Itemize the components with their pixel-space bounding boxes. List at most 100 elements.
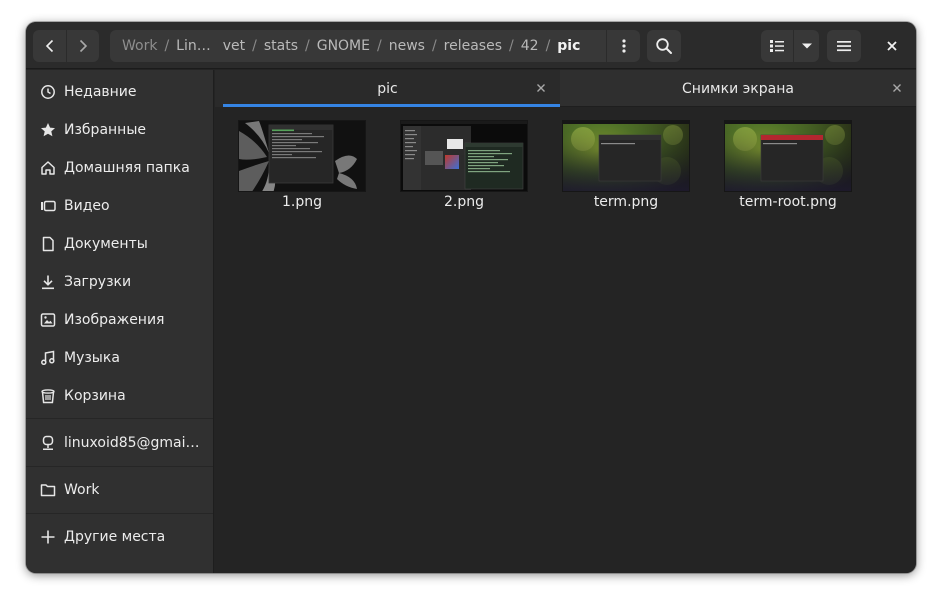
file-item[interactable]: 2.png <box>389 120 539 220</box>
breadcrumb-item[interactable]: 42 <box>515 38 545 54</box>
sidebar-item-label: Загрузки <box>64 274 132 290</box>
music-icon <box>40 350 56 366</box>
file-name: 1.png <box>281 194 322 210</box>
sidebar-item-music[interactable]: Музыка <box>26 339 213 377</box>
breadcrumb-separator: / <box>305 38 310 54</box>
image-thumbnail <box>562 120 690 192</box>
close-icon <box>887 41 897 51</box>
folder-icon <box>40 482 56 498</box>
navigation-buttons <box>33 30 99 62</box>
breadcrumb-item[interactable]: stats <box>258 38 304 54</box>
search-icon <box>656 38 672 54</box>
tab-close-button[interactable] <box>890 81 904 95</box>
video-icon <box>40 198 56 214</box>
image-icon <box>40 312 56 328</box>
vertical-dots-icon <box>621 39 626 53</box>
sidebar-item-label: Документы <box>64 236 148 252</box>
sidebar: Недавние Избранные Домашняя папка Видео … <box>26 70 214 573</box>
file-item[interactable]: term-root.png <box>713 120 863 220</box>
sidebar-item-recent[interactable]: Недавние <box>26 73 213 111</box>
trash-icon <box>40 388 56 404</box>
network-drive-icon <box>40 435 56 451</box>
sidebar-item-pictures[interactable]: Изображения <box>26 301 213 339</box>
close-icon <box>893 84 901 92</box>
folder-menu-button[interactable] <box>606 30 640 62</box>
sidebar-item-label: Избранные <box>64 122 146 138</box>
sidebar-item-label: Видео <box>64 198 110 214</box>
main-menu-button[interactable] <box>827 30 861 62</box>
chevron-left-icon <box>45 39 53 53</box>
sidebar-item-label: Недавние <box>64 84 137 100</box>
chevron-right-icon <box>79 39 88 53</box>
sidebar-item-label: Изображения <box>64 312 165 328</box>
file-name: 2.png <box>443 194 484 210</box>
breadcrumb: Work / Lin… vet / stats / GNOME / news /… <box>110 30 586 62</box>
download-icon <box>40 274 56 290</box>
breadcrumb-separator: / <box>252 38 257 54</box>
image-thumbnail <box>724 120 852 192</box>
sidebar-item-label: Корзина <box>64 388 126 404</box>
file-name: term-root.png <box>739 194 837 210</box>
star-icon <box>40 122 56 138</box>
breadcrumb-item[interactable]: Work <box>116 38 163 54</box>
plus-icon <box>40 529 56 545</box>
sidebar-item-label: Домашняя папка <box>64 160 190 176</box>
breadcrumb-separator: / <box>509 38 514 54</box>
sidebar-item-documents[interactable]: Документы <box>26 225 213 263</box>
search-button[interactable] <box>647 30 681 62</box>
sidebar-item-trash[interactable]: Корзина <box>26 377 213 415</box>
sidebar-item-home[interactable]: Домашняя папка <box>26 149 213 187</box>
back-button[interactable] <box>33 30 66 62</box>
sidebar-item-other-locations[interactable]: Другие места <box>26 518 213 556</box>
header-bar: Work / Lin… vet / stats / GNOME / news /… <box>26 22 916 69</box>
breadcrumb-item[interactable]: news <box>383 38 431 54</box>
active-tab-indicator <box>223 104 560 107</box>
sidebar-divider <box>26 513 213 514</box>
breadcrumb-item[interactable]: vet <box>217 38 251 54</box>
file-item[interactable]: 1.png <box>227 120 377 220</box>
sidebar-item-starred[interactable]: Избранные <box>26 111 213 149</box>
sidebar-divider <box>26 418 213 419</box>
sidebar-item-label: Work <box>64 482 100 498</box>
sidebar-item-downloads[interactable]: Загрузки <box>26 263 213 301</box>
hamburger-menu-icon <box>837 41 851 52</box>
clock-icon <box>40 84 56 100</box>
close-icon <box>537 84 545 92</box>
chevron-down-icon <box>801 43 812 49</box>
breadcrumb-item[interactable]: Lin… <box>170 38 217 54</box>
breadcrumb-item[interactable]: GNOME <box>311 38 376 54</box>
home-icon <box>40 160 56 176</box>
sidebar-item-videos[interactable]: Видео <box>26 187 213 225</box>
sidebar-item-label: Музыка <box>64 350 120 366</box>
sidebar-item-bookmark-work[interactable]: Work <box>26 471 213 509</box>
forward-button[interactable] <box>66 30 99 62</box>
document-icon <box>40 236 56 252</box>
sidebar-divider <box>26 466 213 467</box>
image-thumbnail <box>238 120 366 192</box>
file-grid: 1.png 2.png term.png term-root.png <box>215 108 916 573</box>
breadcrumb-current[interactable]: pic <box>551 38 586 54</box>
tab-pic[interactable]: pic <box>215 70 560 107</box>
list-view-icon <box>770 40 784 52</box>
tab-close-button[interactable] <box>534 81 548 95</box>
breadcrumb-separator: / <box>431 38 437 54</box>
breadcrumb-separator: / <box>376 38 382 54</box>
sidebar-item-label: Другие места <box>64 529 166 545</box>
file-name: term.png <box>593 194 659 210</box>
breadcrumb-separator: / <box>545 38 551 54</box>
tab-label: Снимки экрана <box>682 80 794 97</box>
image-thumbnail <box>400 120 528 192</box>
tab-bar: pic Снимки экрана <box>215 70 916 107</box>
breadcrumb-item[interactable]: releases <box>438 38 508 54</box>
close-window-button[interactable] <box>876 30 908 62</box>
sidebar-item-network-account[interactable]: linuxoid85@gmai… <box>26 424 213 462</box>
tab-label: pic <box>377 80 398 97</box>
breadcrumb-separator: / <box>164 38 170 54</box>
view-options-button[interactable] <box>793 30 819 62</box>
file-item[interactable]: term.png <box>551 120 701 220</box>
tab-screenshots[interactable]: Снимки экрана <box>560 70 916 107</box>
path-bar: Work / Lin… vet / stats / GNOME / news /… <box>110 30 640 62</box>
list-view-button[interactable] <box>761 30 793 62</box>
file-manager-window: Work / Lin… vet / stats / GNOME / news /… <box>26 22 916 573</box>
sidebar-item-label: linuxoid85@gmai… <box>64 435 200 451</box>
